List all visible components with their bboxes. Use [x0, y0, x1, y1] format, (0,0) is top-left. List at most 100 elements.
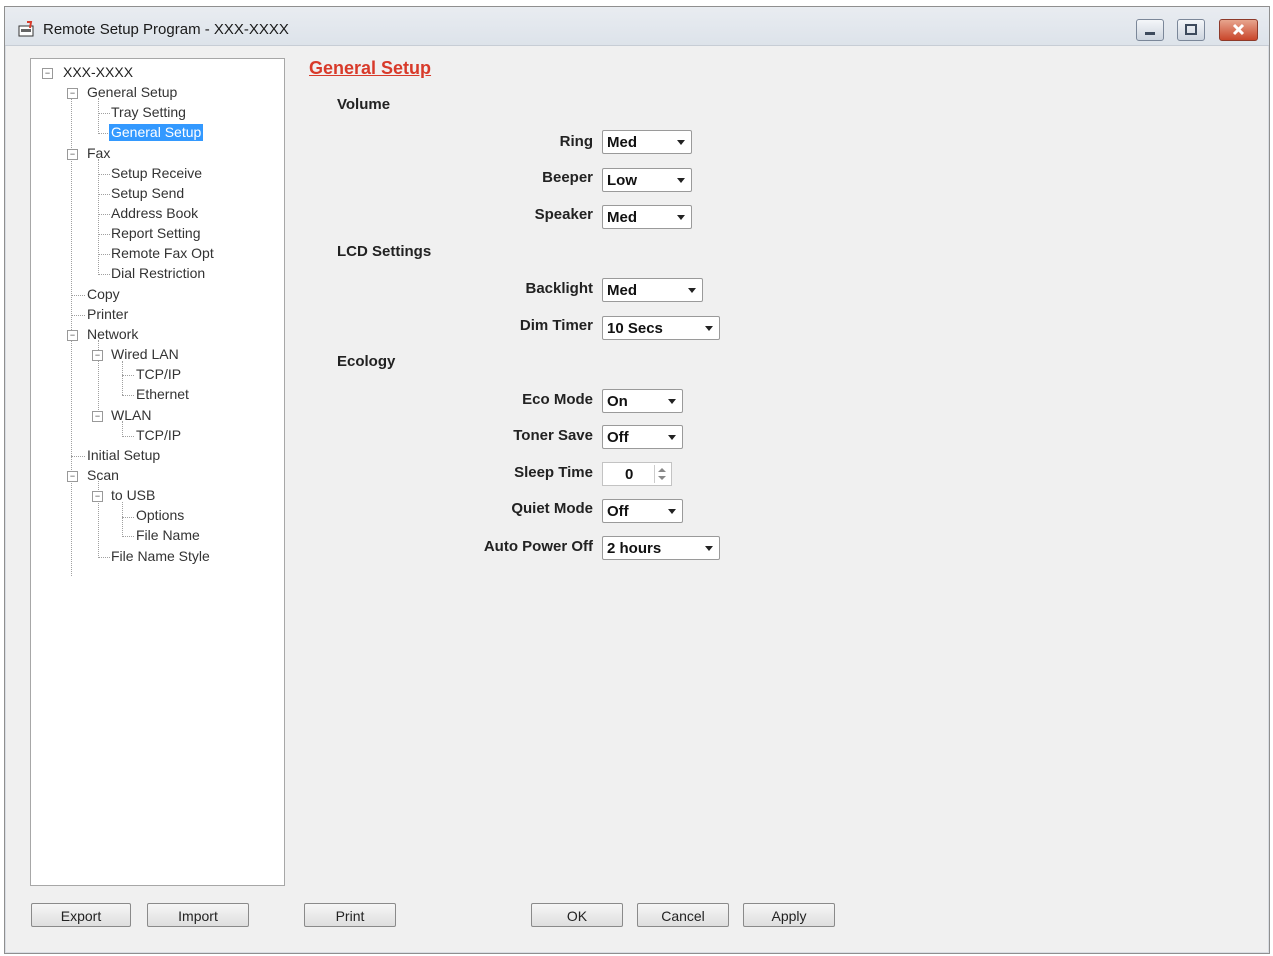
collapse-icon[interactable]: − [42, 68, 53, 79]
tree-connector [122, 395, 134, 396]
tree-item-remote-fax-opt[interactable]: Remote Fax Opt [109, 245, 216, 262]
tree-connector [122, 517, 134, 518]
tree-item-wired-lan[interactable]: Wired LAN [109, 346, 181, 363]
chevron-down-icon [668, 509, 676, 514]
tree-connector [122, 536, 134, 537]
collapse-icon[interactable]: − [67, 88, 78, 99]
tree-item-to-usb[interactable]: to USB [109, 487, 157, 504]
backlight-value: Med [607, 282, 637, 299]
tree-connector [122, 375, 134, 376]
toner-save-label: Toner Save [513, 427, 593, 444]
chevron-down-icon [705, 326, 713, 331]
sleep-time-label: Sleep Time [514, 464, 593, 481]
print-button[interactable]: Print [304, 903, 396, 927]
settings-tree[interactable]: − − − − − − − − XXX-XXXX General Setup T… [30, 58, 285, 886]
tree-item-initial-setup[interactable]: Initial Setup [85, 447, 162, 464]
quiet-mode-select[interactable]: Off [602, 499, 683, 523]
ring-select[interactable]: Med [602, 130, 692, 154]
section-lcd-settings: LCD Settings [337, 243, 432, 260]
tree-item-general-setup-selected[interactable]: General Setup [109, 124, 204, 141]
tree-item-scan[interactable]: Scan [85, 467, 121, 484]
close-button[interactable] [1219, 19, 1258, 41]
tree-connector [71, 295, 85, 296]
tree-item-options[interactable]: Options [134, 507, 186, 524]
tree-item-address-book[interactable]: Address Book [109, 205, 200, 222]
tree-item-network[interactable]: Network [85, 326, 140, 343]
apply-button[interactable]: Apply [743, 903, 835, 927]
toner-save-select[interactable]: Off [602, 425, 683, 449]
tree-connector [122, 361, 123, 395]
beeper-value: Low [607, 172, 637, 189]
chevron-down-icon [688, 288, 696, 293]
auto-power-off-label: Auto Power Off [483, 538, 593, 555]
maximize-button[interactable] [1177, 19, 1205, 41]
tree-connector [98, 159, 99, 273]
tree-item-root[interactable]: XXX-XXXX [61, 64, 135, 81]
chevron-down-icon [705, 546, 713, 551]
ring-label: Ring [559, 133, 593, 150]
chevron-up-icon[interactable] [658, 468, 666, 472]
tree-connector [71, 315, 85, 316]
tree-connector [98, 98, 99, 132]
ring-value: Med [607, 134, 637, 151]
auto-power-off-value: 2 hours [607, 540, 662, 557]
tree-item-copy[interactable]: Copy [85, 286, 122, 303]
toner-save-value: Off [607, 429, 629, 446]
auto-power-off-select[interactable]: 2 hours [602, 536, 720, 560]
beeper-label: Beeper [542, 169, 593, 186]
quiet-mode-label: Quiet Mode [511, 500, 593, 517]
minimize-icon [1145, 32, 1155, 35]
chevron-down-icon [677, 178, 685, 183]
close-icon [1232, 23, 1245, 36]
tree-item-wlan[interactable]: WLAN [109, 407, 153, 424]
tree-item-wired-tcp-ip[interactable]: TCP/IP [134, 366, 183, 383]
dim-timer-label: Dim Timer [519, 317, 593, 334]
app-icon [18, 21, 34, 37]
title-bar[interactable]: Remote Setup Program - XXX-XXXX [5, 7, 1269, 46]
dim-timer-select[interactable]: 10 Secs [602, 316, 720, 340]
collapse-icon[interactable]: − [92, 491, 103, 502]
minimize-button[interactable] [1136, 19, 1164, 41]
tree-item-file-name[interactable]: File Name [134, 527, 202, 544]
backlight-select[interactable]: Med [602, 278, 703, 302]
tree-item-dial-restriction[interactable]: Dial Restriction [109, 265, 207, 282]
tree-item-fax[interactable]: Fax [85, 145, 112, 162]
tree-connector [122, 502, 123, 535]
speaker-value: Med [607, 209, 637, 226]
spin-buttons[interactable] [654, 465, 669, 483]
collapse-icon[interactable]: − [92, 350, 103, 361]
tree-item-wlan-tcp-ip[interactable]: TCP/IP [134, 427, 183, 444]
collapse-icon[interactable]: − [67, 330, 78, 341]
app-window: Remote Setup Program - XXX-XXXX − − − − … [4, 6, 1270, 954]
tree-connector [71, 456, 85, 457]
eco-mode-select[interactable]: On [602, 389, 683, 413]
backlight-label: Backlight [525, 280, 593, 297]
import-button[interactable]: Import [147, 903, 249, 927]
panel-title: General Setup [309, 58, 432, 78]
tree-item-file-name-style[interactable]: File Name Style [109, 548, 212, 565]
collapse-icon[interactable]: − [67, 149, 78, 160]
eco-mode-value: On [607, 393, 628, 410]
cancel-button[interactable]: Cancel [637, 903, 729, 927]
collapse-icon[interactable]: − [92, 411, 103, 422]
beeper-select[interactable]: Low [602, 168, 692, 192]
sleep-time-stepper[interactable]: 0 [602, 462, 672, 486]
dim-timer-value: 10 Secs [607, 320, 663, 337]
speaker-label: Speaker [534, 206, 593, 223]
section-volume: Volume [337, 96, 391, 113]
tree-item-tray-setting[interactable]: Tray Setting [109, 104, 188, 121]
tree-item-setup-send[interactable]: Setup Send [109, 185, 186, 202]
chevron-down-icon[interactable] [658, 476, 666, 480]
chevron-down-icon [677, 215, 685, 220]
section-ecology: Ecology [337, 353, 396, 370]
tree-item-printer[interactable]: Printer [85, 306, 130, 323]
sleep-time-value: 0 [625, 466, 634, 483]
speaker-select[interactable]: Med [602, 205, 692, 229]
ok-button[interactable]: OK [531, 903, 623, 927]
tree-item-report-setting[interactable]: Report Setting [109, 225, 203, 242]
tree-item-setup-receive[interactable]: Setup Receive [109, 165, 204, 182]
tree-item-general-setup[interactable]: General Setup [85, 84, 179, 101]
export-button[interactable]: Export [31, 903, 131, 927]
collapse-icon[interactable]: − [67, 471, 78, 482]
tree-item-ethernet[interactable]: Ethernet [134, 386, 191, 403]
